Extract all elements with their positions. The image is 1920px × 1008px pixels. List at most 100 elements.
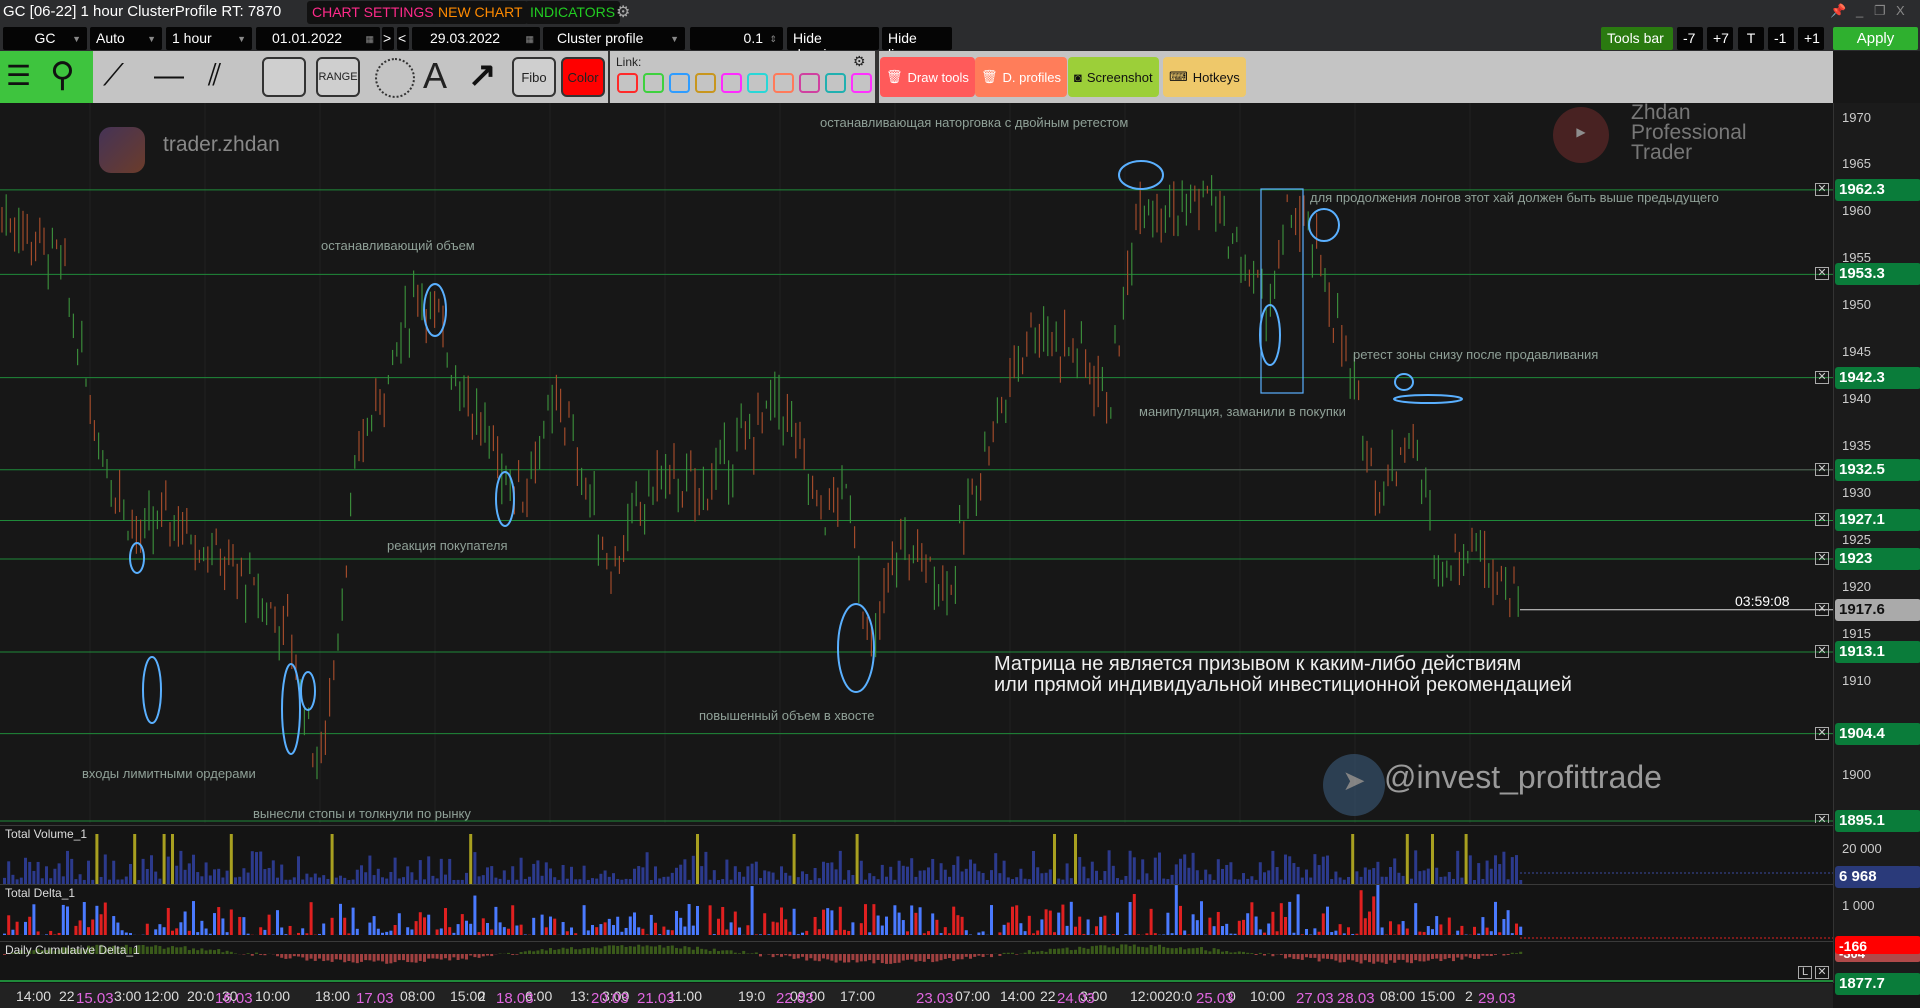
- remove-level-icon[interactable]: ✕: [1815, 267, 1829, 281]
- color-button[interactable]: Color: [561, 57, 605, 97]
- search-icon[interactable]: ⚲: [50, 55, 75, 95]
- link-color-swatch[interactable]: [669, 73, 690, 93]
- indicators-button[interactable]: INDICATORS: [525, 1, 621, 24]
- fibo-button[interactable]: Fibo: [512, 57, 556, 97]
- delta-bar: [288, 925, 292, 935]
- mode-select[interactable]: Auto ▼: [90, 27, 162, 50]
- minimize-button[interactable]: _: [1856, 3, 1863, 18]
- highlight-ellipse: [495, 471, 515, 527]
- volume-bar: [1132, 857, 1136, 884]
- volume-bar: [880, 864, 884, 884]
- cum-delta-bar: [868, 954, 872, 961]
- annotation: для продолжения лонгов этот хай должен б…: [1310, 190, 1719, 205]
- date-to-input[interactable]: 29.03.2022 ▦: [412, 27, 540, 50]
- link-color-swatch[interactable]: [799, 73, 820, 93]
- volume-bar: [754, 861, 758, 884]
- cum-delta-bar: [389, 954, 393, 964]
- link-color-swatch[interactable]: [643, 73, 664, 93]
- draw-tools-button[interactable]: 🗑 Draw tools: [880, 57, 975, 97]
- lock-icon[interactable]: L: [1798, 966, 1812, 979]
- calendar-icon[interactable]: ▦: [365, 34, 374, 45]
- minus-7-button[interactable]: -7: [1677, 27, 1703, 50]
- plus-1-button[interactable]: +1: [1798, 27, 1824, 50]
- tools-bar-button[interactable]: Tools bar: [1601, 27, 1673, 50]
- time-axis[interactable]: 14:00 22 3:00 12:00 20:0 30 10:00 18:00 08:00 15:…: [0, 983, 1833, 1008]
- price-tick: 1945: [1842, 344, 1871, 360]
- ellipse-icon[interactable]: [375, 58, 415, 98]
- date-label: 22.03: [776, 990, 814, 1007]
- date-label: 27.03: [1296, 990, 1334, 1007]
- volume-bar: [540, 875, 544, 884]
- link-color-swatch[interactable]: [747, 73, 768, 93]
- link-color-swatch[interactable]: [773, 73, 794, 93]
- remove-level-icon[interactable]: ✕: [1815, 370, 1829, 384]
- cum-delta-bar: [826, 954, 830, 960]
- volume-bar: [633, 868, 636, 884]
- text-add-icon[interactable]: A: [423, 55, 447, 97]
- restore-button[interactable]: ❐: [1874, 3, 1886, 19]
- price-chart[interactable]: trader.zhdan ▶ Zhdan Professional Trader…: [0, 103, 1833, 823]
- rectangle-tool[interactable]: [262, 57, 306, 97]
- hide-lines-button[interactable]: Hide lines: [882, 27, 952, 62]
- remove-level-icon[interactable]: ✕: [1815, 602, 1829, 616]
- timeframe-select[interactable]: 1 hour ▼: [166, 27, 252, 50]
- cum-delta-bar: [901, 954, 905, 961]
- gear-icon[interactable]: ⚙: [853, 53, 866, 70]
- screenshot-button[interactable]: ◙ Screenshot: [1068, 57, 1159, 97]
- apply-button[interactable]: Apply: [1833, 27, 1918, 50]
- remove-level-icon[interactable]: ✕: [1815, 814, 1829, 823]
- horizontal-line-icon[interactable]: —: [154, 59, 184, 93]
- volume-bar: [11, 874, 15, 884]
- chart-settings-button[interactable]: CHART SETTINGS: [307, 1, 439, 24]
- d-profiles-button[interactable]: 🗑 D. profiles: [975, 57, 1068, 97]
- range-tool[interactable]: RANGE: [316, 57, 360, 97]
- next-button[interactable]: >: [382, 27, 394, 50]
- volume-bar: [389, 871, 393, 884]
- remove-level-icon[interactable]: ✕: [1815, 513, 1829, 527]
- step-stepper[interactable]: 0.1 ⇕: [690, 27, 783, 50]
- link-color-swatch[interactable]: [825, 73, 846, 93]
- delta-bar: [1048, 910, 1052, 935]
- remove-level-icon[interactable]: ✕: [1815, 726, 1829, 740]
- hide-drawing-button[interactable]: Hide drawing: [787, 27, 879, 62]
- cum-delta-bar: [1279, 954, 1283, 955]
- link-color-swatch[interactable]: [721, 73, 742, 93]
- link-color-swatch[interactable]: [851, 73, 872, 93]
- channel-icon[interactable]: ⫽: [208, 59, 221, 93]
- delta-bar: [649, 914, 653, 935]
- arrow-icon[interactable]: ↗: [468, 55, 497, 95]
- minus-1-button[interactable]: -1: [1768, 27, 1794, 50]
- new-chart-button[interactable]: NEW CHART: [433, 1, 528, 24]
- remove-level-icon[interactable]: ✕: [1815, 966, 1829, 979]
- remove-level-icon[interactable]: ✕: [1815, 462, 1829, 476]
- cum-delta-bar: [292, 954, 296, 957]
- pin-icon[interactable]: 📌: [1830, 3, 1846, 19]
- close-button[interactable]: X: [1896, 3, 1905, 18]
- delta-bar: [473, 895, 477, 935]
- cum-delta-bar: [280, 954, 284, 958]
- plus-7-button[interactable]: +7: [1707, 27, 1733, 50]
- profile-bars-icon[interactable]: ☰: [6, 59, 31, 92]
- calendar-icon[interactable]: ▦: [525, 34, 534, 45]
- trend-line-icon[interactable]: ⟋: [103, 59, 124, 93]
- delta-bar: [477, 932, 481, 935]
- t-button[interactable]: T: [1738, 27, 1764, 50]
- volume-bar: [838, 850, 842, 884]
- volume-bar: [36, 861, 40, 884]
- remove-level-icon[interactable]: ✕: [1815, 644, 1829, 658]
- chart-type-select[interactable]: Cluster profile ▼: [543, 27, 685, 50]
- volume-bar: [662, 876, 666, 884]
- link-color-swatch[interactable]: [617, 73, 638, 93]
- delta-bar: [339, 903, 342, 935]
- hotkeys-button[interactable]: ⌨ Hotkeys: [1163, 57, 1246, 97]
- prev-button[interactable]: <: [397, 27, 409, 50]
- gear-icon[interactable]: ⚙: [616, 2, 630, 22]
- remove-level-icon[interactable]: ✕: [1815, 182, 1829, 196]
- link-color-swatch[interactable]: [695, 73, 716, 93]
- remove-level-icon[interactable]: ✕: [1815, 551, 1829, 565]
- volume-bar: [990, 870, 993, 884]
- price-axis[interactable]: 1970 1965 1960 1955 1950 1945 1940 1935 1930 1925…: [1833, 103, 1920, 995]
- symbol-select[interactable]: GC ▼: [3, 27, 87, 50]
- date-from-input[interactable]: 01.01.2022 ▦: [256, 27, 380, 50]
- volume-value-badge: 6 968: [1835, 866, 1920, 888]
